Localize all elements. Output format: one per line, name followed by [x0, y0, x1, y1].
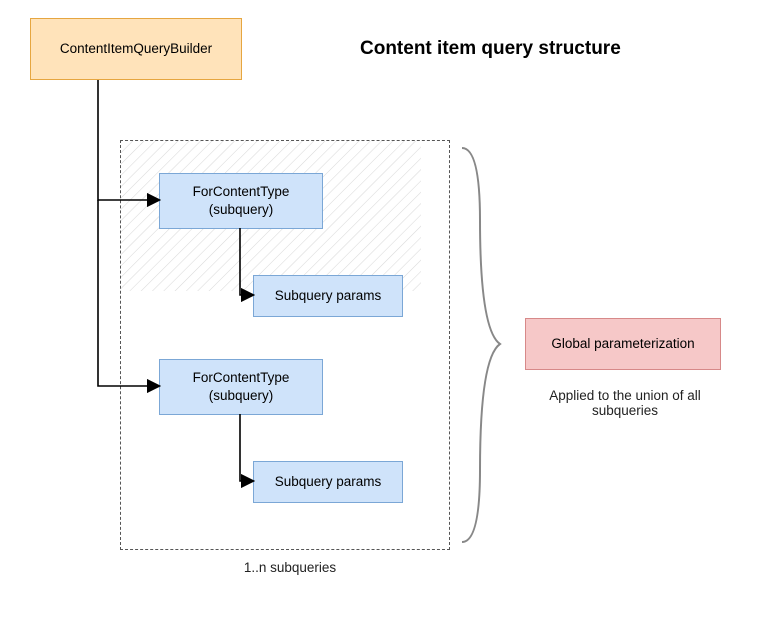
subquery-1-label: ForContentType (subquery) — [193, 183, 290, 219]
global-parameterization-box: Global parameterization — [525, 318, 721, 370]
subquery-params-box-1: Subquery params — [253, 275, 403, 317]
subquery-1-params-label: Subquery params — [275, 287, 382, 305]
subquery-params-box-2: Subquery params — [253, 461, 403, 503]
subquery-box-2: ForContentType (subquery) — [159, 359, 323, 415]
builder-label: ContentItemQueryBuilder — [60, 40, 212, 58]
global-caption: Applied to the union of all subqueries — [520, 388, 730, 418]
container-caption: 1..n subqueries — [200, 560, 380, 575]
diagram-title: Content item query structure — [360, 38, 621, 60]
subquery-2-label: ForContentType (subquery) — [193, 369, 290, 405]
subquery-box-1: ForContentType (subquery) — [159, 173, 323, 229]
builder-box: ContentItemQueryBuilder — [30, 18, 242, 80]
diagram-root: Content item query structure ContentItem… — [0, 0, 766, 632]
global-label: Global parameterization — [551, 335, 694, 353]
subqueries-container: ForContentType (subquery) Subquery param… — [120, 140, 450, 550]
subquery-2-params-label: Subquery params — [275, 473, 382, 491]
